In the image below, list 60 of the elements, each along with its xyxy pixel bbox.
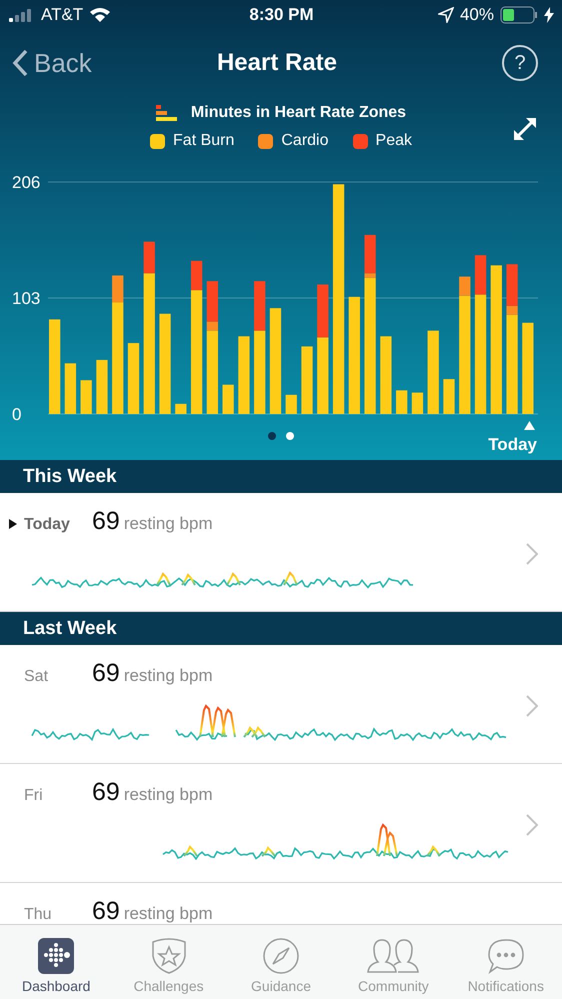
- bpm-value: 69: [92, 778, 120, 807]
- legend-label: Cardio: [281, 132, 329, 150]
- bpm-unit: resting bpm: [124, 904, 213, 924]
- chevron-left-icon: [12, 49, 28, 77]
- bar: [64, 363, 76, 414]
- bpm-unit: resting bpm: [124, 785, 213, 805]
- charging-bolt-icon: [544, 7, 554, 23]
- bar: [175, 404, 186, 414]
- bpm-value: 69: [92, 897, 120, 924]
- expand-icon[interactable]: [512, 116, 538, 142]
- people-icon: [366, 938, 420, 974]
- screen-title: Heart Rate: [216, 49, 338, 77]
- bar: [396, 390, 408, 414]
- legend-title: Minutes in Heart Rate Zones: [190, 104, 406, 122]
- bpm-unit: resting bpm: [124, 514, 213, 534]
- marker-icon: [524, 421, 535, 430]
- tab-bar-item[interactable]: Dashboard: [0, 925, 112, 999]
- day-label: Today: [24, 516, 71, 534]
- clock-label: 8:30 PM: [249, 5, 314, 25]
- chevron-right-icon: [526, 543, 538, 565]
- bar: [222, 384, 234, 414]
- chat-bubble-icon: [486, 938, 525, 974]
- battery-icon: [500, 6, 538, 24]
- wifi-icon: [89, 7, 112, 23]
- day-label: Fri: [24, 787, 44, 805]
- zones-bars-icon: [156, 105, 177, 121]
- bar: [443, 379, 455, 414]
- day-label: Thu: [24, 906, 53, 924]
- axis-label: 206: [12, 173, 40, 192]
- legend-label: Fat Burn: [173, 132, 234, 150]
- today-label: Today: [488, 435, 537, 454]
- chevron-right-icon: [526, 814, 538, 836]
- section-header: Last Week: [0, 612, 562, 645]
- bar: [80, 380, 92, 414]
- battery-percent: 40%: [460, 5, 494, 25]
- dots-logo-icon: [38, 938, 74, 974]
- page-dot[interactable]: [268, 432, 276, 440]
- bpm-value: 69: [92, 659, 120, 688]
- day-row[interactable]: Sat 69 resting bpm: [0, 645, 562, 764]
- carrier-label: AT&T: [41, 5, 84, 25]
- bpm-unit: resting bpm: [124, 666, 213, 686]
- location-arrow-icon: [438, 7, 454, 23]
- bar: [412, 392, 424, 414]
- axis-label: 0: [12, 405, 22, 424]
- day-label: Sat: [24, 668, 50, 686]
- bar: [96, 360, 108, 414]
- bar: [286, 394, 297, 414]
- legend-label: Peak: [376, 132, 412, 150]
- bar: [301, 346, 313, 414]
- help-button[interactable]: ?: [502, 45, 538, 81]
- bar: [128, 343, 140, 414]
- bpm-value: 69: [92, 507, 120, 536]
- compass-icon: [263, 938, 300, 974]
- section-header: This Week: [0, 460, 562, 493]
- shield-star-icon: [150, 938, 188, 974]
- day-row[interactable]: Fri 69 resting bpm: [0, 764, 562, 883]
- axis-label: 103: [12, 289, 40, 308]
- chevron-right-icon: [526, 695, 538, 717]
- back-button[interactable]: Back: [12, 48, 132, 78]
- page-dot[interactable]: [286, 432, 294, 440]
